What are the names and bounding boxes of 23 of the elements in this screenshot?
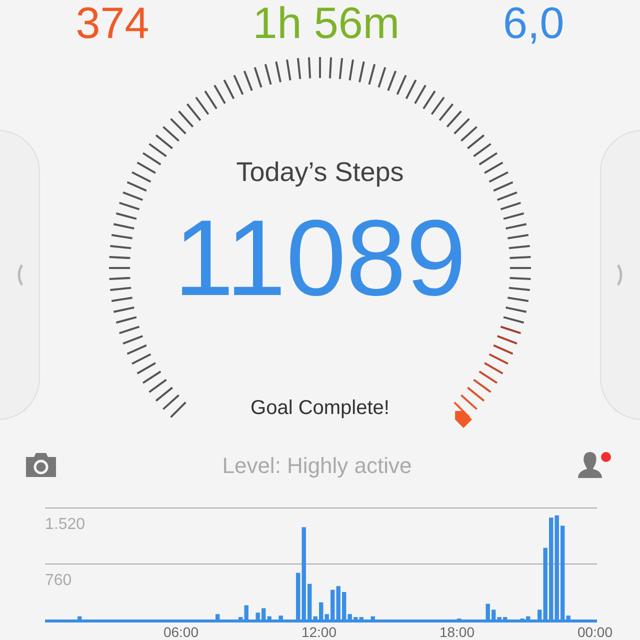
chart-bar (256, 612, 260, 620)
x-axis-label: 18:00 (439, 624, 475, 640)
chart-bar (486, 604, 490, 620)
stat-value: 374 (76, 0, 150, 48)
chart-bar (216, 614, 220, 620)
chart-bar (370, 616, 375, 620)
x-axis-label: 06:00 (163, 624, 199, 640)
x-axis-label: 12:00 (301, 624, 337, 640)
goal-marker-icon (455, 411, 472, 428)
activity-level: Level: Highly active (222, 452, 412, 480)
chart-bar (78, 616, 82, 620)
y-axis-label: 1.520 (45, 516, 86, 533)
gauge-title: Today’s Steps (236, 156, 404, 188)
chart-bar (278, 616, 283, 620)
camera-icon[interactable] (24, 451, 58, 479)
goal-status: Goal Complete! (250, 396, 390, 420)
y-axis-label: 760 (45, 572, 72, 589)
x-axis-label: 00:00 (577, 624, 613, 640)
chart-bar (503, 617, 508, 620)
step-count: 11089 (174, 198, 466, 318)
stat-value: 1h 56m (252, 0, 400, 48)
stat-value: 6,0 (503, 0, 564, 48)
chart-bar (526, 616, 530, 620)
